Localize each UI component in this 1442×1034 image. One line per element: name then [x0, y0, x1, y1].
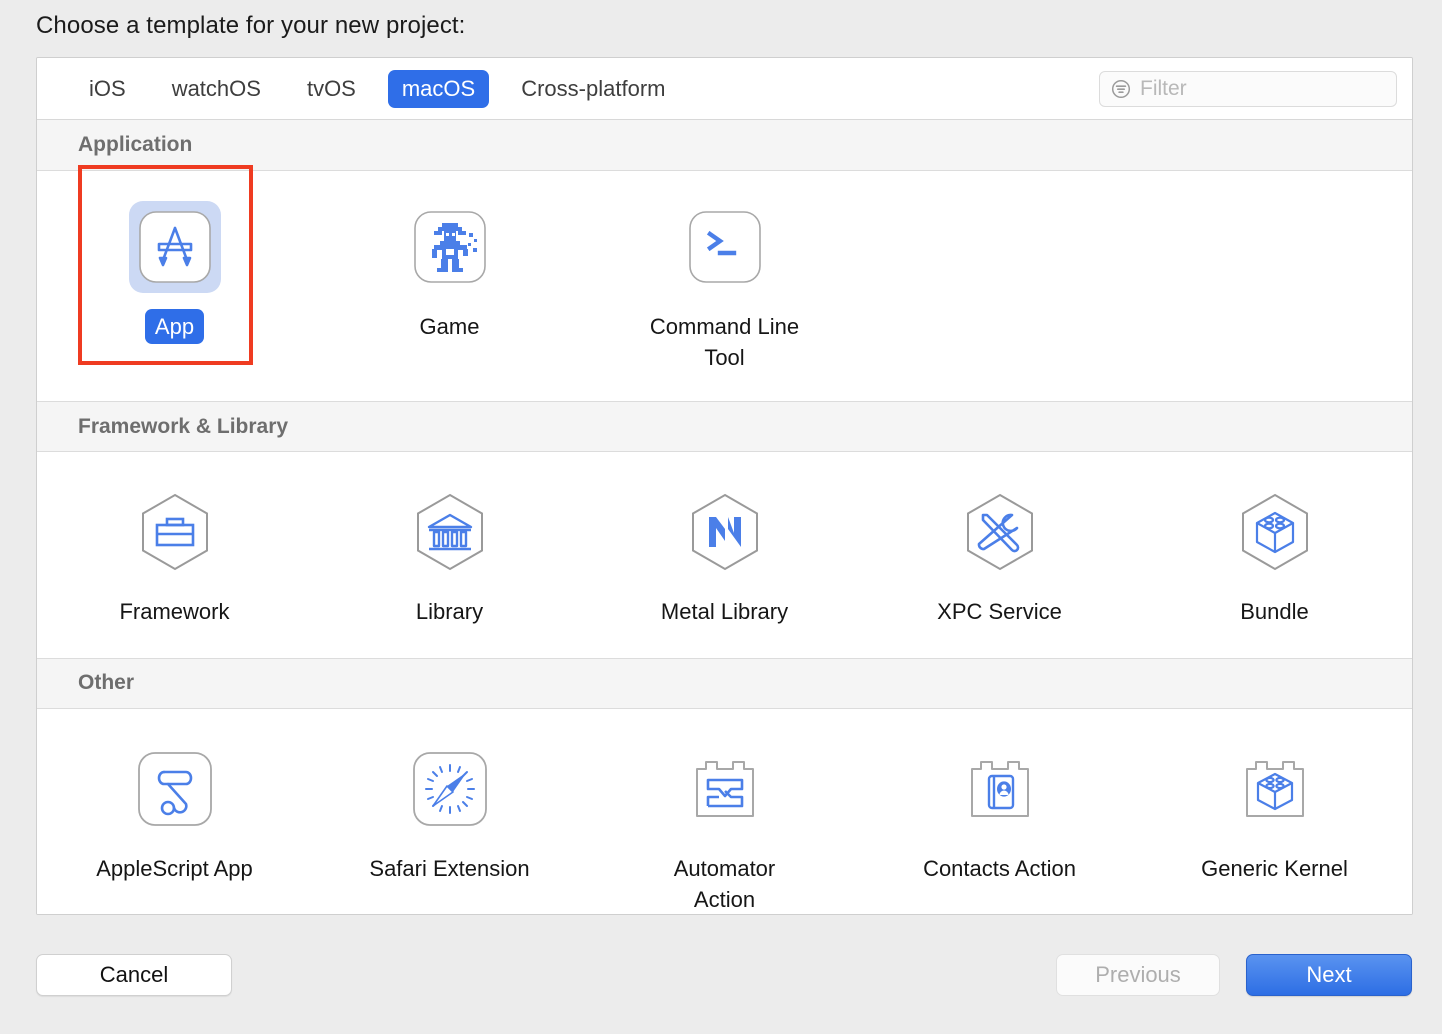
- tab-watchos[interactable]: watchOS: [158, 70, 275, 108]
- template-item-label: Library: [415, 599, 484, 625]
- app-store-icon: [128, 201, 221, 293]
- template-item-label: Safari Extension: [369, 855, 530, 881]
- scroll-icon: [129, 743, 221, 835]
- platform-tabs: iOS watchOS tvOS macOS Cross-platform: [75, 69, 697, 108]
- template-scroll-area[interactable]: Application App Game Command Line Tool F…: [37, 120, 1412, 914]
- template-cell-empty: [862, 193, 1137, 375]
- section-header-application: Application: [37, 120, 1412, 171]
- template-item-framework[interactable]: Framework: [37, 478, 312, 629]
- filter-field[interactable]: Filter: [1099, 71, 1397, 107]
- toolbox-hexagon-icon: [129, 486, 221, 578]
- brick-hexagon-icon: [1229, 486, 1321, 578]
- dialog-footer: Cancel Previous Next: [0, 915, 1442, 1034]
- page-title: Choose a template for your new project:: [36, 12, 466, 39]
- template-item-library[interactable]: Library: [312, 478, 587, 629]
- template-item-game[interactable]: Game: [312, 193, 587, 375]
- section-grid-framework-library: Framework Library Metal Library XPC Serv…: [37, 452, 1412, 658]
- template-item-label: AppleScript App: [96, 855, 253, 881]
- kernel-brick-plugin-icon: [1229, 743, 1321, 835]
- section-grid-other: AppleScript App Safari Extension Automat…: [37, 708, 1412, 914]
- game-sprite-icon: [404, 201, 496, 293]
- template-item-bundle[interactable]: Bundle: [1137, 478, 1412, 629]
- template-item-label: App: [144, 309, 205, 345]
- template-browser-panel: iOS watchOS tvOS macOS Cross-platform Fi…: [36, 57, 1413, 915]
- template-item-xpc-service[interactable]: XPC Service: [862, 478, 1137, 629]
- cancel-button[interactable]: Cancel: [36, 954, 232, 996]
- template-item-generic-kernel[interactable]: Generic Kernel: [1137, 735, 1412, 914]
- template-item-safari-extension[interactable]: Safari Extension: [312, 735, 587, 914]
- bank-hexagon-icon: [404, 486, 496, 578]
- template-item-label: Metal Library: [660, 599, 789, 625]
- platform-toolbar: iOS watchOS tvOS macOS Cross-platform Fi…: [37, 58, 1412, 120]
- template-item-label: Automator Action: [673, 855, 776, 912]
- template-item-label: Contacts Action: [923, 855, 1076, 881]
- next-button[interactable]: Next: [1246, 954, 1412, 996]
- template-item-command-line-tool[interactable]: Command Line Tool: [587, 193, 862, 375]
- template-item-app[interactable]: App: [37, 193, 312, 375]
- contacts-plugin-icon: [954, 743, 1046, 835]
- tab-ios[interactable]: iOS: [75, 70, 140, 108]
- template-item-label: Generic Kernel: [1201, 855, 1348, 881]
- filter-icon: [1110, 78, 1132, 100]
- template-item-label: Bundle: [1240, 599, 1309, 625]
- template-item-label: Framework: [119, 599, 230, 625]
- filter-placeholder: Filter: [1140, 77, 1187, 100]
- tab-cross-platform[interactable]: Cross-platform: [507, 70, 679, 108]
- template-item-metal-library[interactable]: Metal Library: [587, 478, 862, 629]
- template-item-label: Game: [419, 314, 480, 339]
- section-header-framework-library: Framework & Library: [37, 401, 1412, 453]
- template-item-automator-action[interactable]: Automator Action: [587, 735, 862, 914]
- section-header-other: Other: [37, 657, 1412, 709]
- template-item-label: XPC Service: [937, 599, 1062, 625]
- automator-plugin-icon: [679, 743, 771, 835]
- section-grid-application: App Game Command Line Tool: [37, 171, 1412, 402]
- template-item-label: Command Line Tool: [649, 314, 800, 371]
- previous-button[interactable]: Previous: [1056, 954, 1220, 996]
- wrench-screwdriver-hexagon-icon: [954, 486, 1046, 578]
- tab-tvos[interactable]: tvOS: [293, 70, 370, 108]
- template-item-applescript-app[interactable]: AppleScript App: [37, 735, 312, 914]
- template-cell-empty: [1137, 193, 1412, 375]
- new-project-template-dialog: Choose a template for your new project: …: [0, 0, 1442, 1034]
- terminal-prompt-icon: [679, 201, 771, 293]
- metal-m-hexagon-icon: [679, 486, 771, 578]
- tab-macos[interactable]: macOS: [387, 69, 490, 108]
- template-item-contacts-action[interactable]: Contacts Action: [862, 735, 1137, 914]
- compass-icon: [404, 743, 496, 835]
